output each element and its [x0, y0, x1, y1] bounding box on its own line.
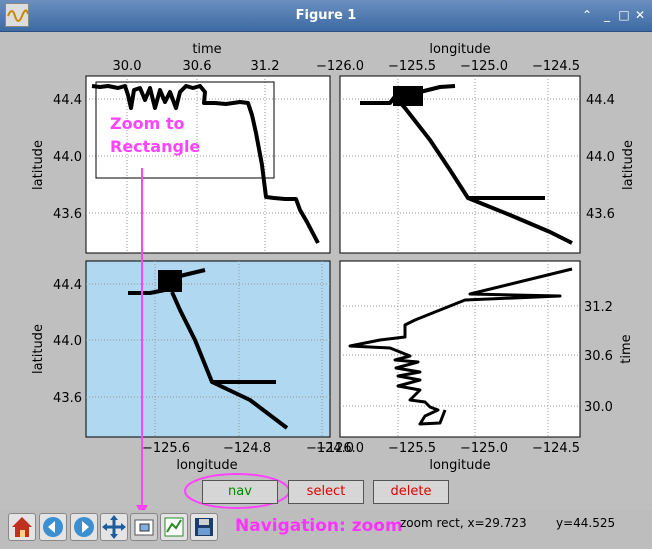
axis-label-latitude: latitude: [31, 140, 46, 190]
select-button[interactable]: select: [288, 480, 364, 504]
minimize-button[interactable]: _: [599, 6, 615, 24]
tick-label: −125.5: [388, 59, 436, 74]
tick-label: 31.2: [251, 59, 280, 74]
delete-button[interactable]: delete: [373, 480, 449, 504]
axes-top-left[interactable]: time 30.0 30.6 31.2 44.4 44.0 43.6 latit…: [31, 42, 331, 254]
axes-bottom-right[interactable]: −126.0 −125.5 −125.0 −124.5 longitude 31…: [316, 260, 634, 473]
navigation-mode-label: Navigation: zoom: [235, 516, 403, 536]
back-icon[interactable]: [39, 513, 67, 541]
tick-label: −125.5: [388, 441, 436, 456]
forward-icon[interactable]: [70, 513, 98, 541]
window-title: Figure 1: [295, 8, 357, 23]
nav-button[interactable]: nav: [202, 480, 278, 504]
tick-label: −125.6: [142, 441, 190, 456]
tick-label: 30.6: [183, 59, 212, 74]
shade-button[interactable]: ⌃: [579, 6, 595, 24]
tick-label: 30.0: [584, 400, 613, 415]
axis-label-latitude: latitude: [31, 324, 46, 374]
tick-label: −124.5: [532, 441, 580, 456]
home-icon[interactable]: [8, 513, 36, 541]
axis-title-longitude: longitude: [429, 42, 490, 57]
tick-label: 43.6: [53, 391, 82, 406]
axis-label-time: time: [619, 334, 634, 363]
tick-label: 43.6: [53, 207, 82, 222]
axis-label-longitude: longitude: [176, 458, 237, 473]
zoom-icon[interactable]: [130, 513, 158, 541]
tick-label: −125.0: [460, 441, 508, 456]
tick-label: 44.4: [53, 93, 82, 108]
axis-label-latitude-right: latitude: [621, 140, 636, 190]
figure-canvas[interactable]: time 30.0 30.6 31.2 44.4 44.0 43.6 latit…: [0, 32, 652, 510]
trajectory-cluster: [158, 270, 182, 292]
tick-label: −124.5: [532, 59, 580, 74]
tick-label: −125.0: [460, 59, 508, 74]
pan-icon[interactable]: [100, 513, 128, 541]
axis-label-longitude: longitude: [429, 458, 490, 473]
tick-label: 43.6: [586, 207, 615, 222]
zoom-annotation-line2: Rectangle: [110, 137, 200, 156]
close-button[interactable]: ✕: [632, 6, 648, 24]
tick-label: −126.0: [316, 59, 364, 74]
tick-label: 44.4: [586, 93, 615, 108]
tick-label: 44.0: [586, 150, 615, 165]
axes-top-right[interactable]: longitude −126.0 −125.5 −125.0 −124.5 44…: [316, 42, 636, 254]
axes-bottom-left[interactable]: −125.6 −124.8 −124.0 longitude 44.4 44.0…: [31, 260, 354, 473]
tick-label: −126.0: [316, 441, 364, 456]
tick-label: 31.2: [584, 300, 613, 315]
trajectory-cluster: [393, 86, 423, 106]
tick-label: 44.0: [53, 150, 82, 165]
subplots-icon[interactable]: [160, 513, 188, 541]
status-y-coordinate: y=44.525: [556, 516, 616, 530]
axis-title-time: time: [192, 42, 221, 57]
maximize-button[interactable]: □: [616, 6, 632, 24]
status-zoom-rect: zoom rect, x=29.723: [400, 516, 527, 530]
tick-label: 44.0: [53, 334, 82, 349]
tick-label: −124.8: [223, 441, 271, 456]
tick-label: 44.4: [53, 278, 82, 293]
zoom-annotation-line1: Zoom to: [110, 114, 184, 133]
save-icon[interactable]: [190, 513, 218, 541]
tick-label: 30.0: [113, 59, 142, 74]
window-titlebar: Figure 1 ⌃ _ □ ✕: [0, 0, 652, 32]
tick-label: 30.6: [584, 349, 613, 364]
